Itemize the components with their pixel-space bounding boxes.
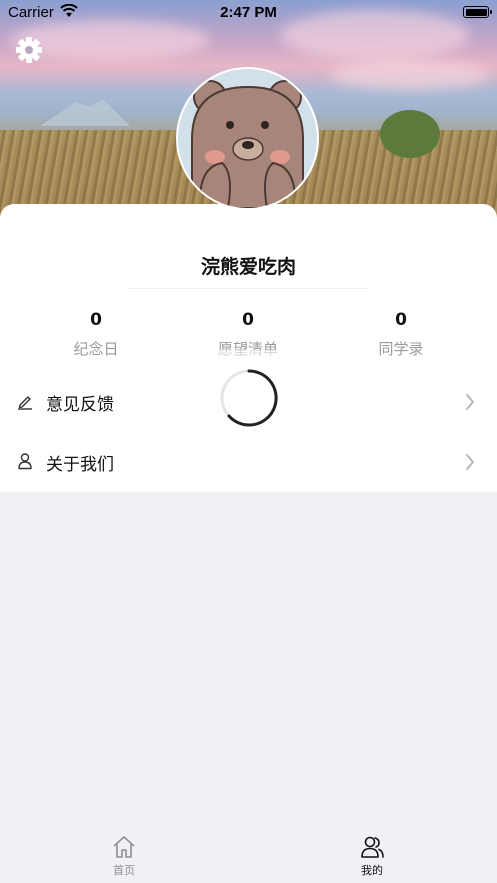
tab-bar: 首页 我的 — [0, 830, 497, 883]
tab-mine[interactable]: 我的 — [332, 834, 412, 878]
stat-classmates-label: 同学录 — [378, 340, 424, 358]
username: 浣熊爱吃肉 — [200, 256, 296, 278]
battery-icon — [463, 6, 492, 18]
pencil-icon — [18, 396, 32, 410]
status-bar: Carrier 2:47 PM — [0, 0, 497, 26]
stat-anniversary-label: 纪念日 — [73, 340, 119, 358]
tab-home-label: 首页 — [113, 864, 135, 877]
stat-anniversary[interactable]: 0 纪念日 — [36, 310, 156, 359]
stat-anniversary-count: 0 — [90, 310, 102, 330]
stat-classmates[interactable]: 0 同学录 — [341, 310, 461, 359]
home-icon — [113, 836, 135, 858]
menu-item-about-label: 关于我们 — [46, 455, 114, 475]
tab-home[interactable]: 首页 — [84, 834, 164, 878]
person-icon — [18, 453, 32, 470]
stat-wishlist-count: 0 — [242, 310, 254, 330]
chevron-right-icon — [466, 394, 474, 410]
users-icon — [361, 836, 384, 858]
clock: 2:47 PM — [220, 4, 277, 21]
tab-mine-label: 我的 — [361, 864, 383, 877]
username-divider — [128, 288, 368, 289]
loading-spinner-icon — [220, 369, 278, 427]
bear-avatar-illustration — [191, 80, 304, 208]
menu-item-feedback-label: 意见反馈 — [46, 395, 114, 415]
stat-classmates-count: 0 — [395, 310, 407, 330]
chevron-right-icon — [466, 454, 474, 470]
settings-gear-icon[interactable] — [15, 36, 43, 64]
avatar[interactable] — [176, 67, 319, 210]
